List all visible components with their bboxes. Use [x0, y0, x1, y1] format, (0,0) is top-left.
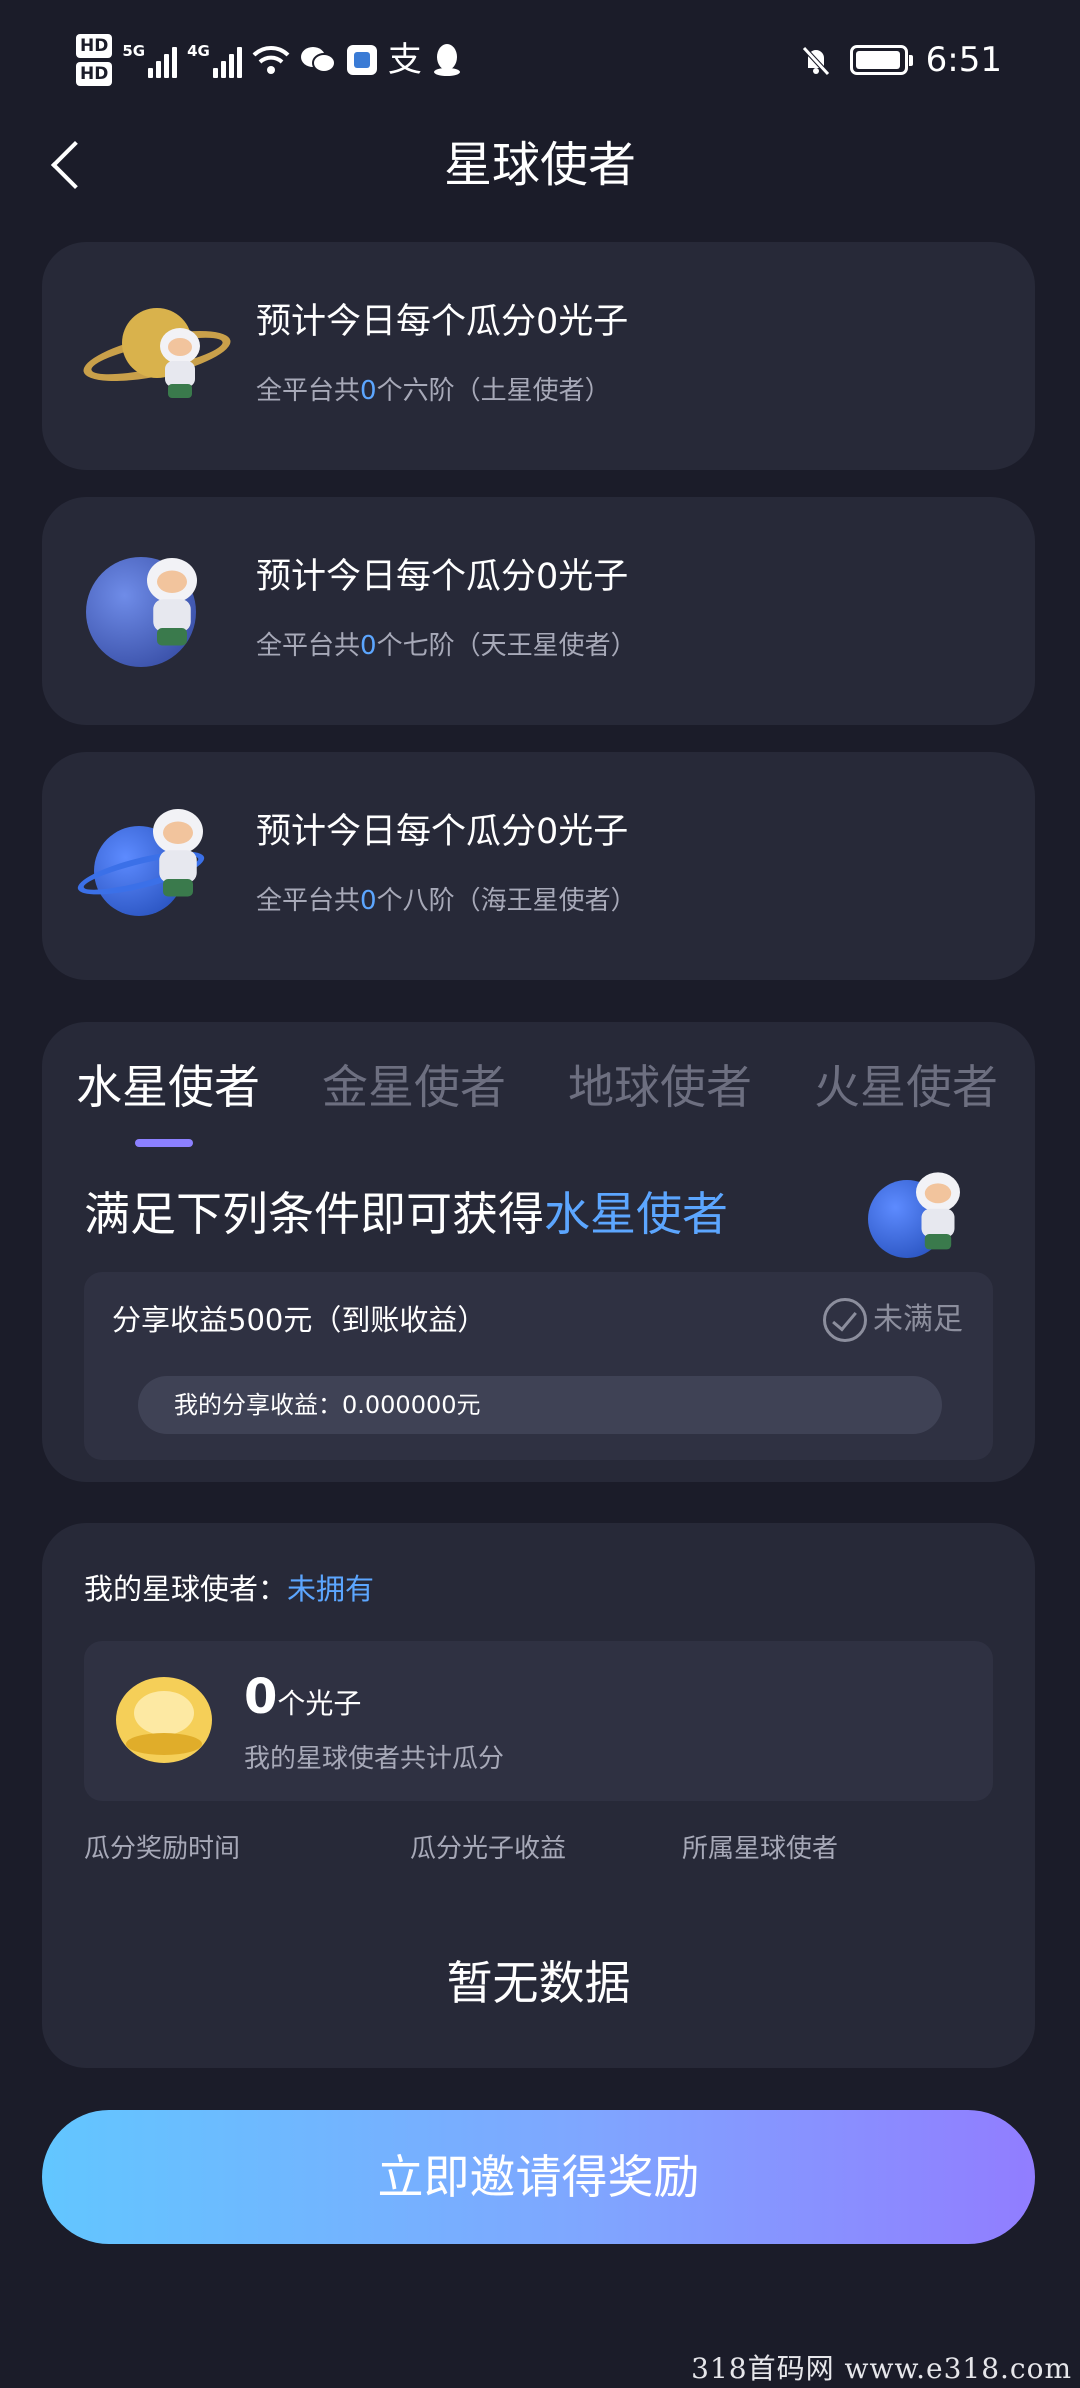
signal-5g-icon: 5G	[122, 42, 178, 78]
back-arrow-icon[interactable]	[42, 130, 92, 200]
card-subtitle: 全平台共0个七阶（天王星使者）	[256, 631, 637, 661]
status-text: 未满足	[873, 1302, 963, 1337]
page-title: 星球使者	[443, 137, 636, 193]
uranus-ambassador-icon	[86, 545, 236, 675]
status-left-icons: HD HD 5G 4G 支	[76, 34, 462, 86]
condition-status: 未满足	[823, 1298, 963, 1342]
check-circle-icon	[823, 1298, 867, 1342]
my-ambassador-label: 我的星球使者：未拥有	[84, 1572, 375, 1606]
empty-state-text: 暂无数据	[446, 1956, 631, 2010]
my-ambassador-value: 未拥有	[287, 1572, 375, 1606]
planet-card-saturn: 预计今日每个瓜分0光子 全平台共0个六阶（土星使者）	[42, 242, 1035, 470]
column-header-time: 瓜分奖励时间	[84, 1834, 241, 1864]
invite-reward-button[interactable]: 立即邀请得奖励	[42, 2110, 1035, 2244]
ambassador-count: 0	[360, 886, 377, 916]
photon-count: 0	[244, 1669, 278, 1725]
mercury-ambassador-icon	[868, 1172, 968, 1268]
hd2-label: HD	[76, 62, 113, 86]
tab-indicator	[135, 1139, 193, 1147]
wechat-icon	[300, 47, 336, 73]
neptune-ambassador-icon	[74, 800, 236, 930]
hd-icon: HD HD	[76, 34, 113, 86]
condition-box: 分享收益500元（到账收益） 未满足 我的分享收益：0.000000元	[84, 1272, 993, 1460]
planet-ambassador-page: HD HD 5G 4G 支 6:51 星球使者 预计今日每个瓜分0光子 全平台共…	[0, 0, 1080, 2388]
watermark: 318首码网 www.e318.com	[691, 2352, 1072, 2385]
mute-bell-icon	[801, 46, 830, 76]
card-title: 预计今日每个瓜分0光子	[256, 557, 629, 597]
tab-mars[interactable]: 火星使者	[814, 1057, 998, 1117]
tab-earth[interactable]: 地球使者	[568, 1057, 752, 1117]
condition-label: 分享收益500元（到账收益）	[112, 1303, 487, 1337]
photon-coin-icon	[116, 1677, 212, 1763]
tab-venus[interactable]: 金星使者	[322, 1057, 506, 1117]
card-subtitle: 全平台共0个八阶（海王星使者）	[256, 886, 637, 916]
photon-description: 我的星球使者共计瓜分	[244, 1744, 505, 1774]
status-bar: HD HD 5G 4G 支 6:51	[0, 0, 1080, 130]
clock: 6:51	[925, 40, 1002, 80]
planet-card-uranus: 预计今日每个瓜分0光子 全平台共0个七阶（天王星使者）	[42, 497, 1035, 725]
my-ambassador-card: 我的星球使者：未拥有 0个光子 我的星球使者共计瓜分 瓜分奖励时间 瓜分光子收益…	[42, 1523, 1035, 2068]
photon-unit: 个光子	[277, 1687, 362, 1720]
wifi-icon	[252, 45, 290, 74]
condition-title: 满足下列条件即可获得水星使者	[84, 1187, 728, 1241]
card-title: 预计今日每个瓜分0光子	[256, 302, 629, 342]
qq-icon	[433, 44, 460, 76]
ambassador-count: 0	[360, 631, 377, 661]
battery-icon	[849, 45, 913, 75]
photon-summary: 0个光子 我的星球使者共计瓜分	[84, 1641, 993, 1801]
app-store-icon	[346, 45, 377, 75]
tab-bar: 水星使者 金星使者 地球使者 火星使者	[42, 1057, 1035, 1117]
status-right-icons: 6:51	[800, 40, 1002, 80]
net2-label: 4G	[187, 42, 210, 60]
progress-text: 我的分享收益：0.000000元	[174, 1391, 481, 1419]
column-header-earnings: 瓜分光子收益	[410, 1834, 567, 1864]
column-header-ambassador: 所属星球使者	[682, 1834, 839, 1864]
tab-mercury[interactable]: 水星使者	[76, 1057, 260, 1117]
ambassador-count: 0	[360, 376, 377, 406]
condition-highlight: 水星使者	[544, 1187, 728, 1241]
planet-card-neptune: 预计今日每个瓜分0光子 全平台共0个八阶（海王星使者）	[42, 752, 1035, 980]
net1-label: 5G	[122, 42, 146, 60]
signal-4g-icon: 4G	[187, 42, 242, 78]
card-subtitle: 全平台共0个六阶（土星使者）	[256, 376, 611, 406]
saturn-ambassador-icon	[79, 298, 235, 418]
photon-total: 0个光子	[244, 1669, 361, 1736]
share-earnings-progress: 我的分享收益：0.000000元	[138, 1376, 942, 1434]
alipay-icon: 支	[387, 40, 422, 80]
ambassador-tabs-card: 水星使者 金星使者 地球使者 火星使者 满足下列条件即可获得水星使者 分享收益5…	[42, 1022, 1035, 1482]
hd1-label: HD	[76, 34, 113, 58]
card-title: 预计今日每个瓜分0光子	[256, 812, 629, 852]
